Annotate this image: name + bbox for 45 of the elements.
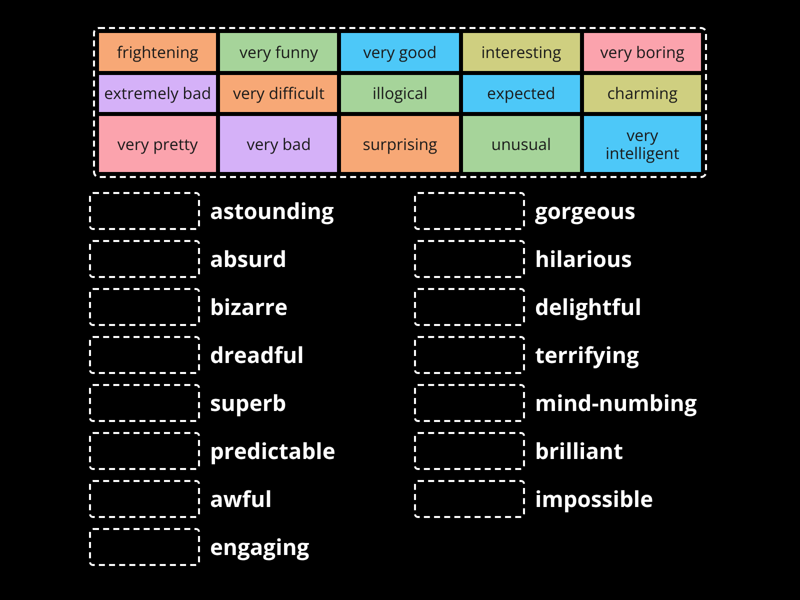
word-label: predictable — [210, 434, 336, 468]
word-tile[interactable]: unusual — [462, 116, 580, 172]
drop-slot[interactable] — [414, 288, 525, 326]
drop-slot[interactable] — [89, 384, 200, 422]
word-label: dreadful — [210, 338, 304, 372]
word-tile[interactable]: very funny — [220, 33, 338, 71]
drop-slot[interactable] — [89, 288, 200, 326]
word-label: engaging — [210, 530, 310, 564]
word-tile[interactable]: charming — [584, 74, 701, 112]
drop-slot[interactable] — [414, 432, 525, 470]
word-label: mind-numbing — [535, 386, 697, 420]
drop-slot[interactable] — [414, 336, 525, 374]
drop-slot[interactable] — [414, 384, 525, 422]
word-label: bizarre — [210, 290, 288, 324]
word-tile[interactable]: surprising — [341, 116, 459, 172]
drop-slot[interactable] — [89, 192, 200, 230]
word-tile[interactable]: very good — [341, 33, 459, 71]
word-label: brilliant — [535, 434, 624, 468]
word-tile[interactable]: extremely bad — [99, 74, 216, 112]
drop-slot[interactable] — [89, 336, 200, 374]
word-label: delightful — [535, 290, 642, 324]
drop-slot[interactable] — [414, 240, 525, 278]
drop-slot[interactable] — [89, 528, 200, 566]
drop-slot[interactable] — [89, 432, 200, 470]
word-label: astounding — [210, 194, 334, 228]
word-tile[interactable]: very bad — [220, 116, 338, 172]
drop-slot[interactable] — [414, 192, 525, 230]
word-tile[interactable]: interesting — [462, 33, 580, 71]
word-tile[interactable]: frightening — [99, 33, 216, 71]
word-label: terrifying — [535, 338, 639, 372]
word-label: superb — [210, 386, 286, 420]
word-label: impossible — [535, 482, 654, 516]
drop-slot[interactable] — [89, 480, 200, 518]
word-tile[interactable]: very pretty — [99, 116, 216, 172]
word-tile[interactable]: very difficult — [220, 74, 338, 112]
word-tile[interactable]: expected — [462, 74, 580, 112]
word-tile[interactable]: illogical — [341, 74, 459, 112]
word-tile[interactable]: very boring — [584, 33, 701, 71]
word-label: absurd — [210, 242, 287, 276]
drop-slot[interactable] — [89, 240, 200, 278]
word-label: hilarious — [535, 242, 632, 276]
drop-slot[interactable] — [414, 480, 525, 518]
word-label: gorgeous — [535, 194, 636, 228]
word-label: awful — [210, 482, 272, 516]
word-tile[interactable]: very intelligent — [584, 116, 701, 172]
